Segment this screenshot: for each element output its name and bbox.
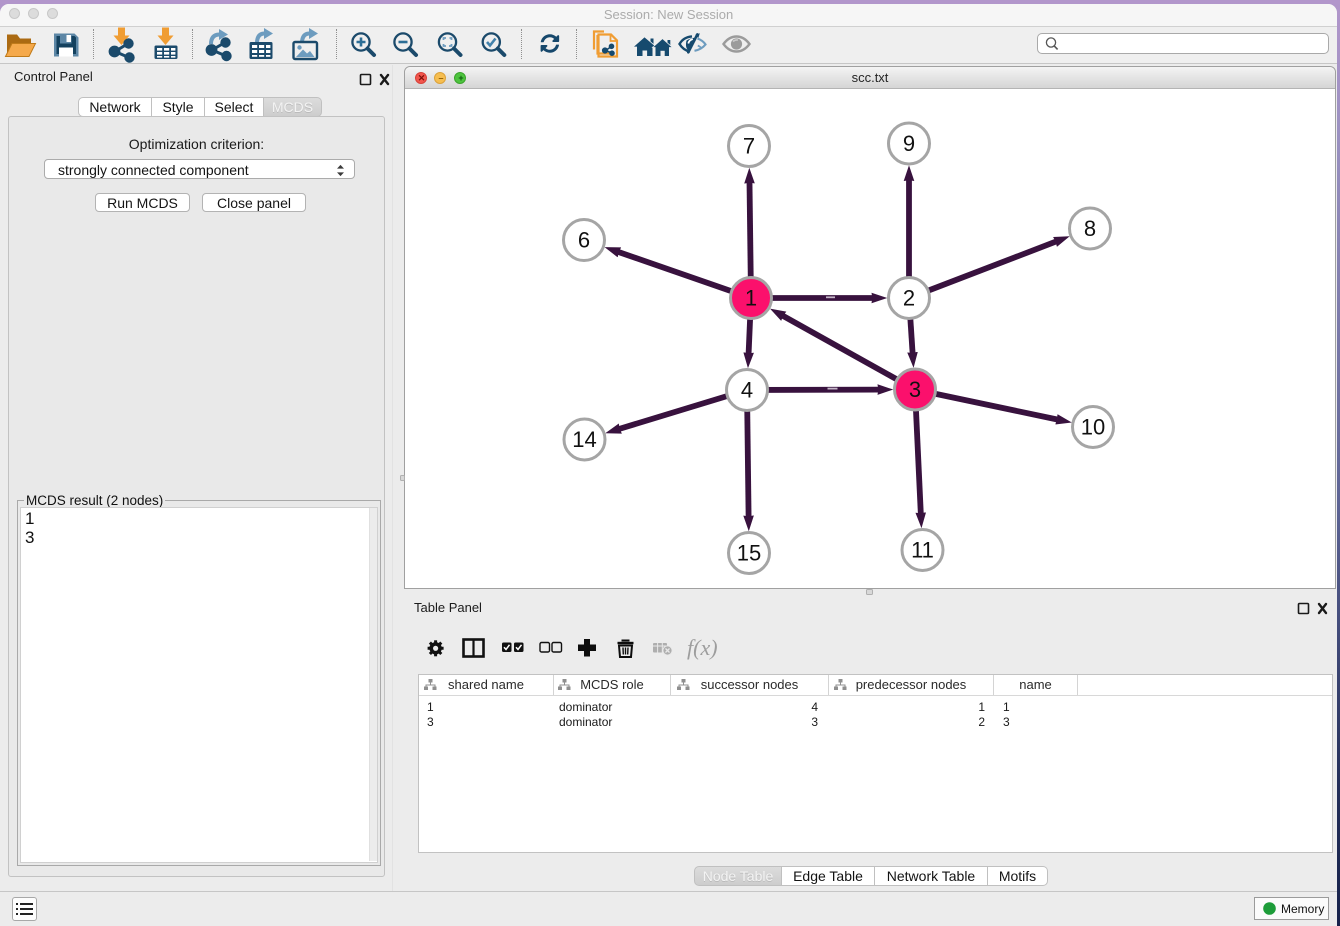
svg-text:10: 10 [1081, 415, 1105, 440]
svg-text:11: 11 [911, 538, 934, 563]
svg-text:6: 6 [578, 228, 590, 253]
svg-text:9: 9 [903, 131, 915, 156]
svg-text:15: 15 [737, 541, 761, 566]
svg-text:2: 2 [903, 286, 915, 311]
svg-text:1: 1 [745, 286, 757, 311]
svg-text:f(x): f(x) [687, 635, 718, 660]
svg-text:14: 14 [572, 427, 596, 452]
svg-text:8: 8 [1084, 216, 1096, 241]
svg-text:4: 4 [741, 378, 753, 403]
svg-text:3: 3 [909, 377, 921, 402]
svg-text:7: 7 [743, 134, 755, 159]
